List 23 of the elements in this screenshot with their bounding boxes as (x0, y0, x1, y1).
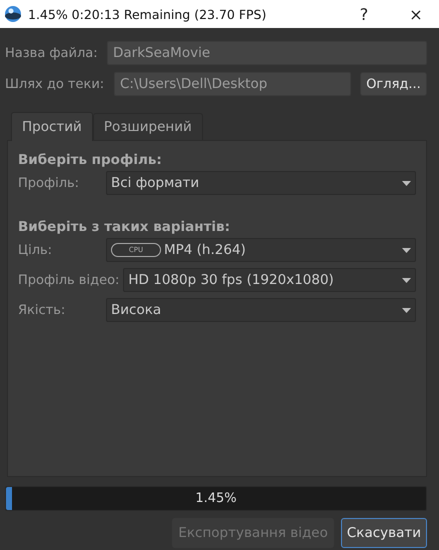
field-label: Назва файла: (5, 46, 99, 60)
field-label: Профіль: (18, 176, 80, 190)
dropdown[interactable]: Всі формати (106, 171, 416, 195)
field-label: Якість: (18, 302, 66, 318)
app-logo-icon (4, 5, 22, 23)
help-button[interactable]: ? (341, 0, 387, 28)
tab[interactable]: Розширений (92, 113, 203, 140)
dropdown-arrow-icon (402, 248, 411, 252)
dropdown-arrow-icon (402, 278, 411, 282)
dropdown-arrow-icon (402, 308, 411, 312)
section-heading: Виберіть з таких варіантів: (18, 219, 231, 235)
field-label: Шлях до теки: (5, 76, 106, 92)
dropdown-arrow-icon (402, 180, 411, 186)
progress-reading: 1.45% (195, 491, 237, 506)
dropdown[interactable]: Висока (106, 298, 416, 322)
cancel-button[interactable]: Скасувати (340, 518, 427, 548)
field-label: Профіль відео: (18, 272, 120, 288)
close-button[interactable]: × (393, 0, 439, 28)
window-title: 1.45% 0:20:13 Remaining (23.70 FPS) (28, 6, 268, 22)
section-heading: Виберіть профіль: (18, 152, 163, 168)
tab[interactable]: Простий (11, 112, 93, 141)
dropdown[interactable]: HD 1080p 30 fps (1920x1080) (123, 268, 416, 292)
field-label: Ціль: (18, 242, 54, 258)
